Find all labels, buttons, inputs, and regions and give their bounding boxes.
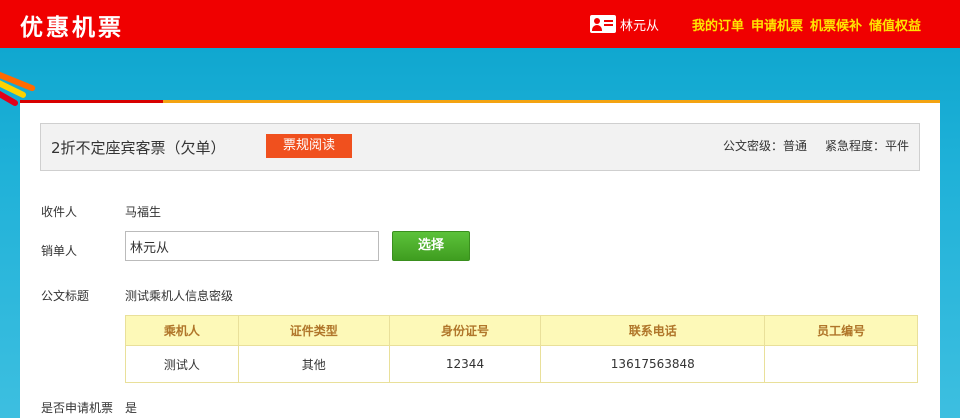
panel-accent-line: [20, 100, 163, 103]
recipient-label: 收件人: [41, 205, 78, 219]
col-header-passenger: 乘机人: [125, 315, 239, 346]
secrecy-level: 公文密级：普通: [722, 139, 807, 153]
apply-ticket-value: 是: [125, 401, 138, 415]
top-bar: 优惠机票 林元从 我的订单 申请机票 机票候补 储值权益: [0, 0, 960, 48]
nav-ticket-waitlist[interactable]: 机票候补: [810, 15, 862, 34]
cell-id-type: 其他: [237, 345, 390, 383]
recipient-value: 马福生: [125, 205, 162, 219]
cell-id-number: 12344: [388, 345, 542, 383]
select-button[interactable]: 选择: [392, 231, 470, 261]
canceller-label: 销单人: [41, 244, 78, 258]
document-header: 2折不定座宾客票（欠单） 票规阅读 公文密级：普通 紧急程度：平件: [40, 123, 920, 171]
ticket-rules-button[interactable]: 票规阅读: [266, 134, 352, 158]
nav-apply-ticket[interactable]: 申请机票: [751, 15, 803, 34]
main-panel: 2折不定座宾客票（欠单） 票规阅读 公文密级：普通 紧急程度：平件 收件人 马福…: [20, 100, 940, 418]
nav-my-orders[interactable]: 我的订单: [692, 15, 744, 34]
top-nav: 我的订单 申请机票 机票候补 储值权益: [692, 15, 921, 34]
urgency-level: 紧急程度：平件: [824, 139, 909, 153]
col-header-id-number: 身份证号: [388, 315, 542, 346]
apply-ticket-label: 是否申请机票: [41, 401, 114, 415]
user-name: 林元从: [620, 18, 660, 34]
document-title: 2折不定座宾客票（欠单）: [51, 139, 226, 157]
user-card-icon: [590, 15, 616, 33]
col-header-phone: 联系电话: [540, 315, 766, 346]
cell-employee-no: [764, 345, 918, 383]
cell-passenger: 测试人: [125, 345, 239, 383]
passenger-table: 乘机人 证件类型 身份证号 联系电话 员工编号 测试人 其他 12344 136…: [125, 315, 918, 383]
subject-value: 测试乘机人信息密级: [125, 289, 234, 303]
document-meta: 公文密级：普通 紧急程度：平件: [723, 137, 909, 154]
canceller-input[interactable]: [125, 231, 379, 261]
app-logo[interactable]: 优惠机票: [20, 8, 124, 42]
table-header-row: 乘机人 证件类型 身份证号 联系电话 员工编号: [125, 315, 918, 346]
table-row: 测试人 其他 12344 13617563848: [125, 345, 918, 383]
col-header-employee-no: 员工编号: [764, 315, 918, 346]
cell-phone: 13617563848: [540, 345, 766, 383]
subject-label: 公文标题: [41, 289, 90, 303]
col-header-id-type: 证件类型: [237, 315, 390, 346]
nav-stored-value[interactable]: 储值权益: [869, 15, 921, 34]
user-info[interactable]: 林元从: [590, 14, 659, 34]
